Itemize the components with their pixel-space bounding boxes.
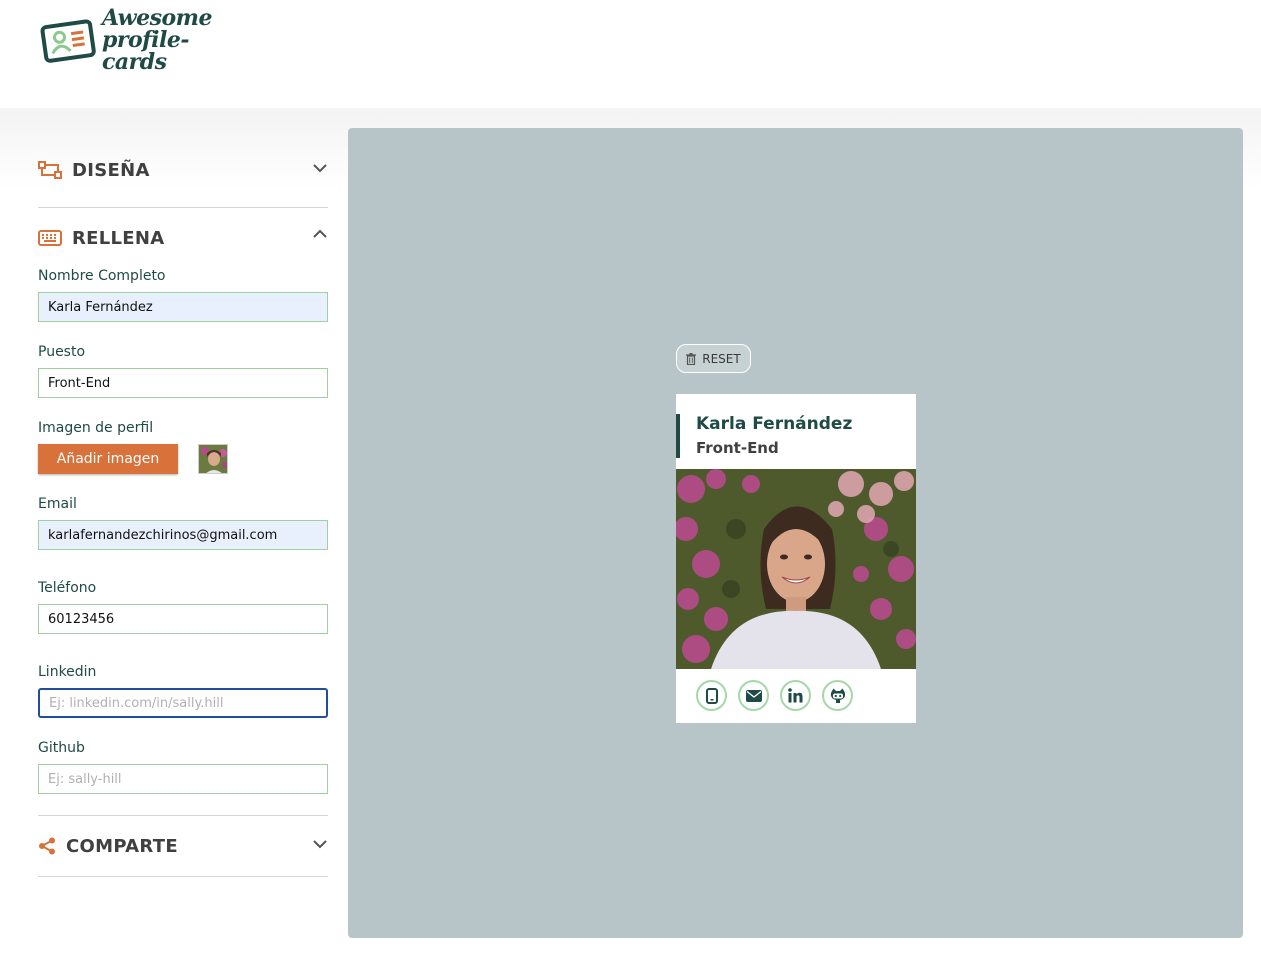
linkedin-link[interactable] <box>780 680 811 711</box>
section-design-title: DISEÑA <box>72 159 150 181</box>
email-link[interactable] <box>738 680 769 711</box>
logo[interactable]: Awesome profile-cards <box>40 7 240 73</box>
linkedin-label: Linkedin <box>38 664 97 680</box>
form-panel: DISEÑA RELLENA Nombre Completo Puesto <box>38 140 328 877</box>
linkedin-input[interactable] <box>38 688 328 718</box>
linkedin-icon <box>788 688 803 703</box>
trash-icon <box>686 352 697 365</box>
chevron-up-icon[interactable] <box>312 226 328 242</box>
name-label: Nombre Completo <box>38 268 166 284</box>
card-job: Front-End <box>696 439 779 457</box>
phone-input[interactable] <box>38 604 328 634</box>
name-input[interactable] <box>38 292 328 322</box>
card-name: Karla Fernández <box>696 414 853 434</box>
logo-line-1: Awesome <box>102 5 212 31</box>
section-share-title: COMPARTE <box>66 835 178 857</box>
phone-label: Teléfono <box>38 580 97 596</box>
profile-thumbnail <box>198 444 228 474</box>
phone-link[interactable] <box>696 680 727 711</box>
profile-card: Karla Fernández Front-End <box>676 394 916 723</box>
github-icon <box>830 688 845 703</box>
card-preview-area: RESET Karla Fernández Front-End <box>348 128 1243 938</box>
field-image: Imagen de perfil Añadir imagen <box>38 420 328 474</box>
keyboard-icon <box>38 226 62 250</box>
chevron-down-icon[interactable] <box>312 160 328 176</box>
reset-button[interactable]: RESET <box>676 344 751 373</box>
logo-line-2: profile-cards <box>102 27 189 75</box>
section-fill-header[interactable]: RELLENA <box>38 208 328 268</box>
field-github: Github <box>38 740 328 794</box>
field-job: Puesto <box>38 344 328 398</box>
card-header: Karla Fernández Front-End <box>676 414 916 458</box>
email-input[interactable] <box>38 520 328 550</box>
app-header: Awesome profile-cards <box>0 0 1261 108</box>
field-name: Nombre Completo <box>38 268 328 322</box>
design-icon <box>38 158 62 182</box>
github-input[interactable] <box>38 764 328 794</box>
job-label: Puesto <box>38 344 86 360</box>
field-linkedin: Linkedin <box>38 664 328 718</box>
section-design-header[interactable]: DISEÑA <box>38 140 328 200</box>
section-share-header[interactable]: COMPARTE <box>38 816 328 876</box>
email-icon <box>745 689 762 702</box>
section-fill-title: RELLENA <box>72 227 165 249</box>
field-phone: Teléfono <box>38 580 328 634</box>
logo-text: Awesome profile-cards <box>102 7 240 73</box>
field-email: Email <box>38 496 328 550</box>
email-label: Email <box>38 496 77 512</box>
share-icon <box>38 834 56 858</box>
reset-label: RESET <box>702 351 741 366</box>
github-label: Github <box>38 740 85 756</box>
chevron-down-icon[interactable] <box>312 836 328 852</box>
image-label: Imagen de perfil <box>38 420 154 436</box>
job-input[interactable] <box>38 368 328 398</box>
github-link[interactable] <box>822 680 853 711</box>
card-profile-photo <box>676 469 916 669</box>
section-divider <box>38 876 328 877</box>
card-social-links <box>696 680 864 711</box>
mobile-icon <box>705 687 718 704</box>
add-image-button[interactable]: Añadir imagen <box>38 444 178 474</box>
profile-card-logo-icon <box>40 19 96 63</box>
